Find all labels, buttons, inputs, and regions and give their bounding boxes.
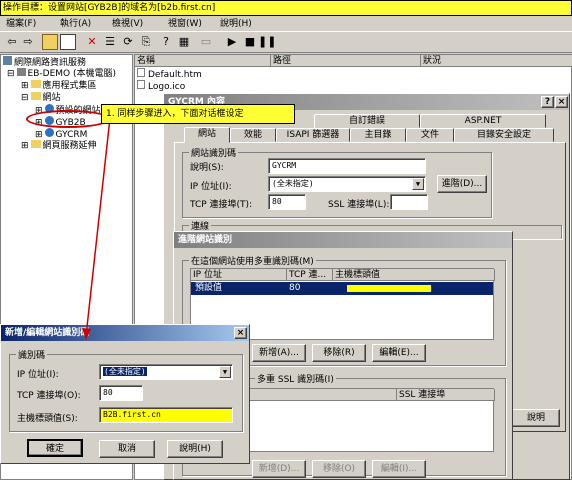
tab-website[interactable]: 網站	[184, 127, 230, 143]
annotation-arrow	[82, 117, 111, 340]
instruction-callout: 1. 同样步骤进入，下面对话框设定	[101, 104, 295, 124]
callout-text: 1. 同样步骤进入，下面对话框设定	[106, 109, 244, 119]
